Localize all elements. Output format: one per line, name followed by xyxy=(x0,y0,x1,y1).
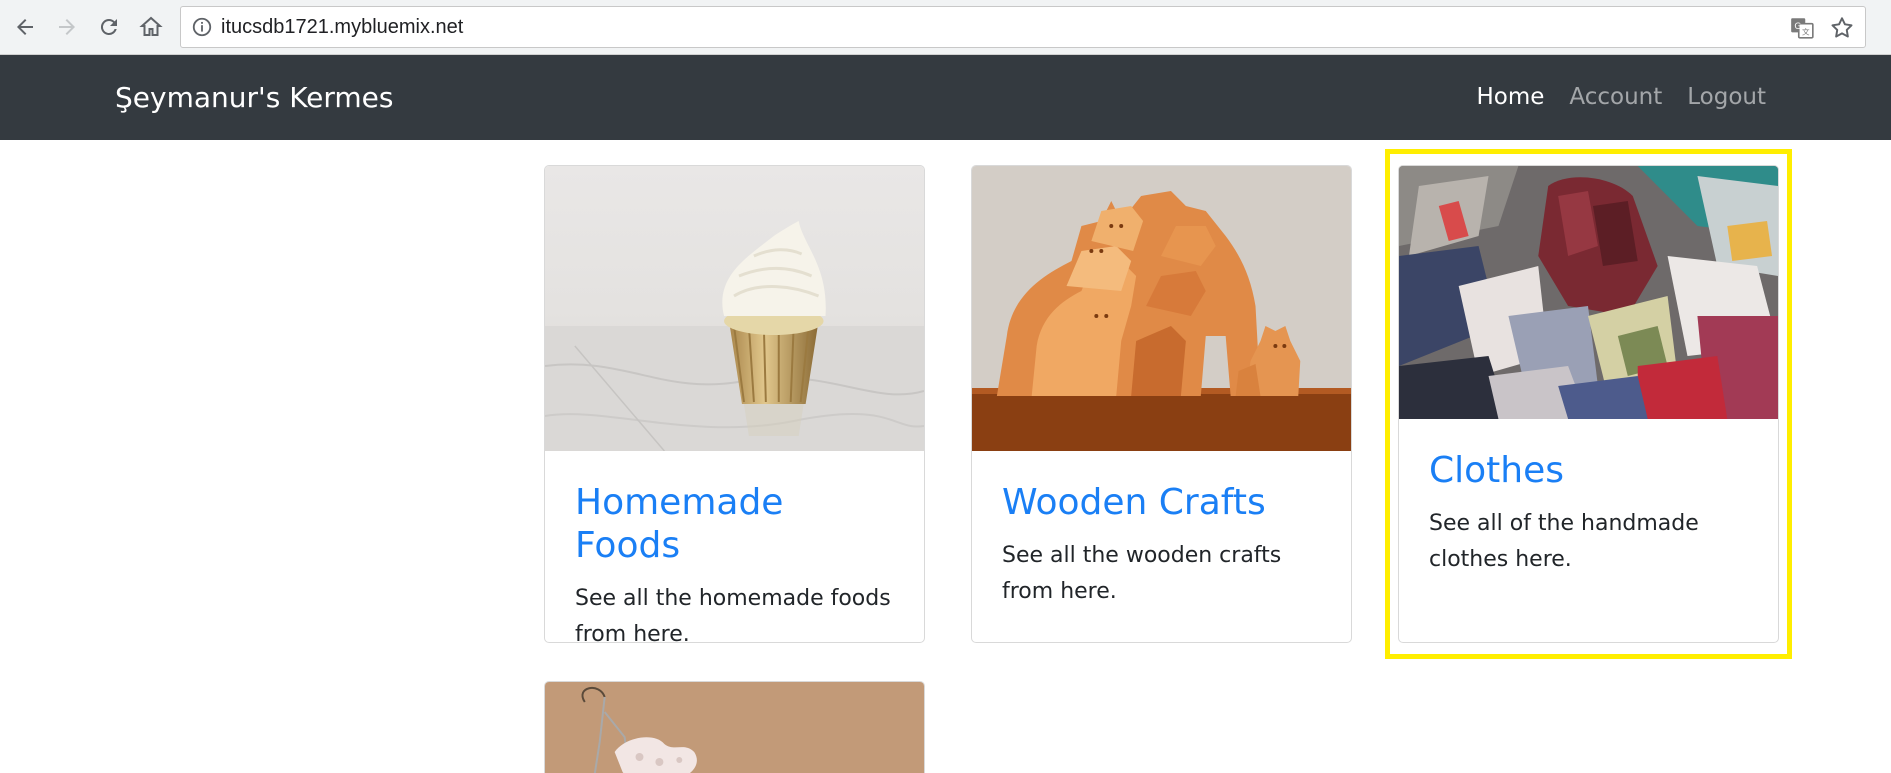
category-card[interactable] xyxy=(544,681,925,773)
back-arrow-icon[interactable] xyxy=(8,10,42,44)
info-icon[interactable] xyxy=(191,16,213,38)
card-title[interactable]: Homemade Foods xyxy=(575,481,894,567)
translate-icon[interactable]: G 文 xyxy=(1789,15,1815,41)
category-card[interactable]: Wooden Crafts See all the wooden crafts … xyxy=(971,165,1352,643)
cupcake-image[interactable] xyxy=(545,166,924,451)
category-card[interactable]: Homemade Foods See all the homemade food… xyxy=(544,165,925,643)
browser-toolbar: itucsdb1721.mybluemix.net G 文 xyxy=(0,0,1891,55)
lace-earring-image[interactable] xyxy=(545,682,924,773)
card-text: See all the homemade foods from here. xyxy=(575,586,891,643)
nav-link-logout[interactable]: Logout xyxy=(1687,84,1766,110)
site-navbar: Şeymanur's Kermes Home Account Logout xyxy=(0,55,1891,140)
url-text[interactable]: itucsdb1721.mybluemix.net xyxy=(221,16,463,39)
nav-links: Home Account Logout xyxy=(1476,84,1766,110)
card-title[interactable]: Wooden Crafts xyxy=(1002,481,1321,524)
nav-link-account[interactable]: Account xyxy=(1569,84,1662,110)
wooden-puzzle-image[interactable] xyxy=(972,166,1351,451)
forward-arrow-icon[interactable] xyxy=(50,10,84,44)
nav-link-home[interactable]: Home xyxy=(1476,84,1544,110)
star-icon[interactable] xyxy=(1829,15,1855,41)
address-bar[interactable]: itucsdb1721.mybluemix.net G 文 xyxy=(180,6,1866,48)
selection-highlight xyxy=(1385,149,1792,659)
reload-icon[interactable] xyxy=(92,10,126,44)
brand-link[interactable]: Şeymanur's Kermes xyxy=(115,81,394,114)
svg-text:文: 文 xyxy=(1802,27,1810,37)
card-text: See all the wooden crafts from here. xyxy=(1002,543,1282,605)
home-icon[interactable] xyxy=(134,10,168,44)
svg-text:G: G xyxy=(1794,22,1801,32)
